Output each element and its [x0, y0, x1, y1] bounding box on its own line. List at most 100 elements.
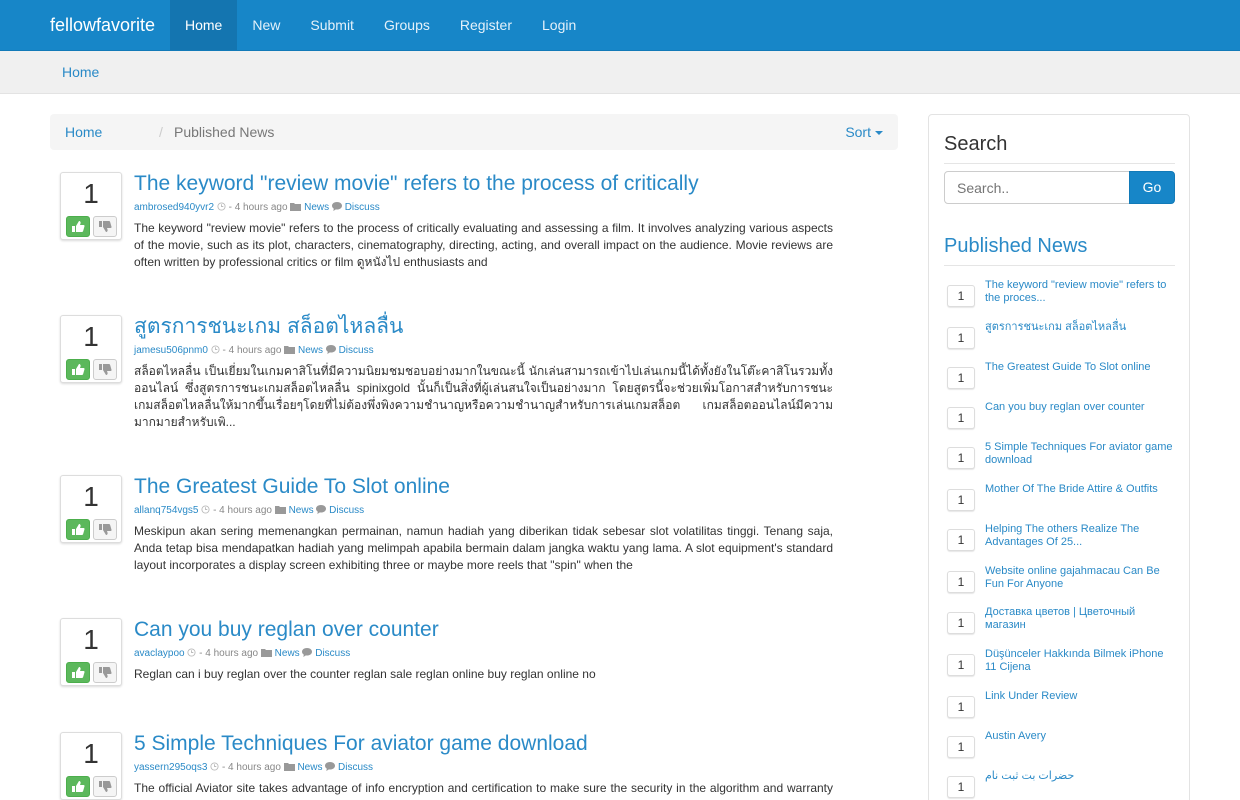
vote-box: 1: [60, 172, 122, 240]
search-input[interactable]: [944, 171, 1130, 204]
post-excerpt: The official Aviator site takes advantag…: [134, 781, 833, 800]
post-discuss-link[interactable]: Discuss: [345, 202, 380, 213]
post-title-link[interactable]: The keyword "review movie" refers to the…: [134, 172, 699, 196]
post-discuss-link[interactable]: Discuss: [315, 648, 350, 659]
thumbs-up-icon[interactable]: [66, 216, 90, 237]
post-discuss-link[interactable]: Discuss: [329, 505, 364, 516]
sidebar-vote-count: 1: [947, 736, 975, 758]
post-discuss-link[interactable]: Discuss: [339, 345, 374, 356]
thumbs-down-icon[interactable]: [93, 776, 117, 797]
post-author-link[interactable]: allanq754vgs5: [134, 505, 199, 516]
clock-icon: [211, 345, 220, 356]
vote-box: 1: [60, 618, 122, 686]
post-title-link[interactable]: สูตรการชนะเกม สล็อตไหลลื่น: [134, 315, 403, 339]
post-category-link[interactable]: News: [304, 202, 329, 213]
published-news-title[interactable]: Published News: [944, 235, 1087, 258]
divider: [944, 163, 1175, 164]
sidebar-news-link[interactable]: The Greatest Guide To Slot online: [985, 361, 1173, 374]
clock-icon: [217, 202, 226, 213]
thumbs-down-icon[interactable]: [93, 662, 117, 683]
sidebar-vote-count: 1: [947, 327, 975, 349]
vote-count: 1: [83, 321, 99, 352]
post-time: - 4 hours ago: [228, 202, 288, 213]
post-author-link[interactable]: jamesu506pnm0: [134, 345, 208, 356]
thumbs-up-icon[interactable]: [66, 519, 90, 540]
header-home-link[interactable]: Home: [62, 51, 99, 93]
sort-label: Sort: [845, 124, 871, 140]
clock-icon: [210, 762, 219, 773]
search-go-button[interactable]: Go: [1129, 171, 1175, 204]
sidebar-news-link[interactable]: Austin Avery: [985, 730, 1173, 743]
thumbs-down-icon[interactable]: [93, 519, 117, 540]
nav-item-login[interactable]: Login: [527, 0, 591, 50]
post-author-link[interactable]: yassern295oqs3: [134, 762, 207, 773]
nav-item-home[interactable]: Home: [170, 0, 238, 50]
post-author-link[interactable]: ambrosed940yvr2: [134, 202, 214, 213]
top-navbar: fellowfavorite Home New Submit Groups Re…: [0, 0, 1240, 51]
breadcrumb-current: Published News: [174, 124, 275, 140]
post-category-link[interactable]: News: [275, 648, 300, 659]
header-band: Home: [0, 51, 1240, 94]
divider: [944, 265, 1175, 266]
post-time: - 4 hours ago: [221, 762, 281, 773]
folder-icon: [283, 762, 295, 773]
sidebar: Search Go Published News 1 The keyword "…: [928, 114, 1190, 800]
comment-icon: [331, 202, 342, 213]
post-title-link[interactable]: Can you buy reglan over counter: [134, 618, 439, 642]
nav-item-new[interactable]: New: [237, 0, 295, 50]
post-category-link[interactable]: News: [297, 762, 322, 773]
sidebar-vote-count: 1: [947, 285, 975, 307]
thumbs-up-icon[interactable]: [66, 776, 90, 797]
site-brand[interactable]: fellowfavorite: [50, 0, 155, 50]
sidebar-news-link[interactable]: Mother Of The Bride Attire & Outfits: [985, 483, 1173, 496]
post-excerpt: Meskipun akan sering memenangkan permain…: [134, 524, 833, 572]
thumbs-up-icon[interactable]: [66, 359, 90, 380]
sidebar-vote-count: 1: [947, 407, 975, 429]
nav-item-submit[interactable]: Submit: [295, 0, 369, 50]
post-title-link[interactable]: The Greatest Guide To Slot online: [134, 475, 450, 499]
sidebar-news-link[interactable]: Website online gajahmacau Can Be Fun For…: [985, 565, 1173, 591]
vote-box: 1: [60, 475, 122, 543]
sidebar-vote-count: 1: [947, 529, 975, 551]
vote-count: 1: [83, 624, 99, 655]
thumbs-up-icon[interactable]: [66, 662, 90, 683]
vote-box: 1: [60, 315, 122, 383]
sidebar-news-link[interactable]: Can you buy reglan over counter: [985, 401, 1173, 414]
post-discuss-link[interactable]: Discuss: [338, 762, 373, 773]
caret-down-icon: [875, 131, 883, 136]
sidebar-news-link[interactable]: Düşünceler Hakkında Bilmek iPhone 11 Cij…: [985, 648, 1173, 674]
sort-dropdown-button[interactable]: Sort: [845, 114, 883, 150]
vote-count: 1: [83, 178, 99, 209]
post-time: - 4 hours ago: [222, 345, 282, 356]
thumbs-down-icon[interactable]: [93, 359, 117, 380]
post-title-link[interactable]: 5 Simple Techniques For aviator game dow…: [134, 732, 588, 756]
vote-count: 1: [83, 738, 99, 769]
post-excerpt: The keyword "review movie" refers to the…: [134, 221, 833, 269]
post-category-link[interactable]: News: [298, 345, 323, 356]
post-category-link[interactable]: News: [289, 505, 314, 516]
sidebar-news-link[interactable]: สูตรการชนะเกม สล็อตไหลลื่น: [985, 321, 1173, 334]
comment-icon: [325, 762, 336, 773]
post-meta: jamesu506pnm0 - 4 hours ago News Discuss: [134, 345, 374, 357]
clock-icon: [201, 505, 210, 516]
sidebar-vote-count: 1: [947, 696, 975, 718]
sidebar-news-link[interactable]: Link Under Review: [985, 690, 1173, 703]
sidebar-vote-count: 1: [947, 367, 975, 389]
post-author-link[interactable]: avaclaypoo: [134, 648, 185, 659]
sidebar-news-link[interactable]: The keyword "review movie" refers to the…: [985, 279, 1173, 305]
sidebar-news-link[interactable]: 5 Simple Techniques For aviator game dow…: [985, 441, 1173, 467]
sidebar-news-link[interactable]: Helping The others Realize The Advantage…: [985, 523, 1173, 549]
clock-icon: [187, 648, 196, 659]
post-time: - 4 hours ago: [199, 648, 259, 659]
post-meta: avaclaypoo - 4 hours ago News Discuss: [134, 648, 350, 660]
sidebar-news-link[interactable]: حضرات بت ثبت نام: [985, 770, 1173, 783]
nav-item-groups[interactable]: Groups: [369, 0, 445, 50]
sidebar-vote-count: 1: [947, 776, 975, 798]
thumbs-down-icon[interactable]: [93, 216, 117, 237]
folder-icon: [274, 505, 286, 516]
nav-item-register[interactable]: Register: [445, 0, 527, 50]
search-title: Search: [944, 133, 1008, 155]
sidebar-news-link[interactable]: Доставка цветов | Цветочный магазин: [985, 606, 1173, 632]
breadcrumb-home-link[interactable]: Home: [65, 114, 102, 150]
post-time: - 4 hours ago: [213, 505, 272, 516]
